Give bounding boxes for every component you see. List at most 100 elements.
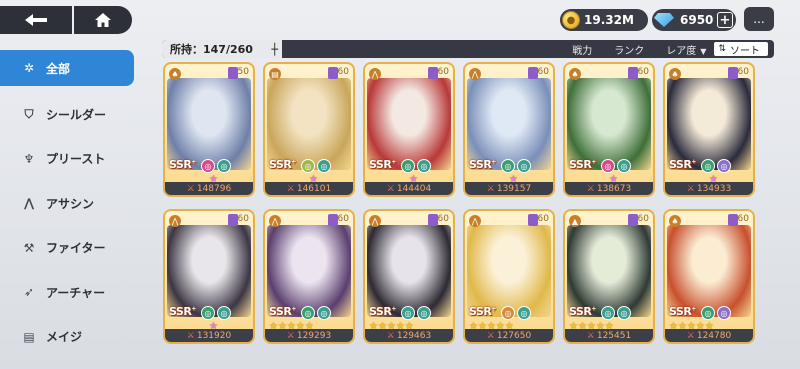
crossed-swords-icon: ⚔	[386, 330, 395, 341]
crossed-swords-icon: ⚔	[386, 183, 395, 194]
sort-label: ソート	[730, 45, 760, 57]
sidebar-item-0[interactable]: ✲ 全部	[0, 50, 134, 86]
sidebar-item-5[interactable]: ➶ アーチャー	[0, 270, 134, 315]
class-icon: ⋀	[469, 215, 481, 227]
element-icon: ◎	[217, 306, 231, 320]
sidebar-item-label: アサシン	[46, 196, 95, 211]
grade-plus-mark: +	[191, 305, 196, 313]
rarity-grade-label: SSR	[569, 305, 592, 318]
tier-badge-icon	[228, 67, 238, 79]
hero-card[interactable]: ⋀ 60 SSR+ ◎ ◎ ★ ⚔ 139157	[463, 62, 555, 197]
rarity-grade-label: SSR	[369, 158, 392, 171]
hero-card-grid: ♠ 50 SSR+ ◎ ◎ ★ ⚔ 148796 ▤ 60 SSR+ ◎ ◎ ★ ⚔ 146101 ⋀ 60 SSR…	[163, 62, 775, 344]
element-icon: ◎	[201, 159, 215, 173]
hero-card[interactable]: ♠ 60 SSR+ ◎ ◎ ★ ⚔ 134933	[663, 62, 755, 197]
element-icons: ◎ ◎	[601, 159, 631, 173]
combat-power-bar: ⚔ 125451	[565, 329, 653, 342]
tier-badge-icon	[228, 214, 238, 226]
owned-count-label: 所持：147/260	[170, 43, 253, 56]
home-button[interactable]	[74, 6, 132, 34]
element-icon: ◎	[601, 159, 615, 173]
combat-power-value: 129293	[296, 330, 332, 341]
rarity-grade-label: SSR	[469, 305, 492, 318]
rarity-grade-label: SSR	[669, 305, 692, 318]
hero-card[interactable]: ⋀ 60 SSR+ ◎ ◎ ★★★★★ ⚔ 129463	[363, 209, 455, 344]
sidebar-item-6[interactable]: ▤ メイジ	[0, 315, 134, 360]
gold-amount: 19.32M	[584, 13, 634, 27]
axe-icon: ⚒	[23, 240, 35, 255]
shield-icon: ⛉	[24, 106, 34, 121]
element-icons: ◎ ◎	[501, 159, 531, 173]
chat-button[interactable]: ...	[744, 7, 774, 31]
element-icon: ◎	[317, 159, 331, 173]
element-icon: ◎	[401, 306, 415, 320]
sidebar-item-label: 全部	[46, 61, 71, 76]
hero-card[interactable]: ♠ 60 SSR+ ◎ ◎ ★ ⚔ 138673	[563, 62, 655, 197]
priest-icon: ♆	[23, 151, 35, 166]
element-icon: ◎	[717, 306, 731, 320]
sort-icon: ⇅	[718, 44, 726, 54]
hero-portrait	[267, 225, 351, 317]
hero-portrait	[467, 225, 551, 317]
crossed-swords-icon: ⚔	[586, 183, 595, 194]
combat-power-value: 138673	[596, 183, 632, 194]
gem-amount: 6950	[680, 13, 714, 27]
sidebar-item-3[interactable]: ⋀ アサシン	[0, 181, 134, 226]
sidebar-item-1[interactable]: ⛉ シールダー	[0, 92, 134, 137]
class-icon: ▤	[269, 68, 281, 80]
element-icon: ◎	[617, 159, 631, 173]
grade-plus-mark: +	[491, 158, 496, 166]
sidebar-item-4[interactable]: ⚒ ファイター	[0, 226, 134, 271]
rarity-grade: SSR+	[469, 158, 496, 171]
sort-rank-tab[interactable]: ランク	[614, 42, 644, 57]
hero-portrait	[567, 225, 651, 317]
tier-badge-icon	[528, 67, 538, 79]
class-icon: ♠	[669, 68, 681, 80]
sidebar-item-label: ファイター	[46, 241, 106, 256]
back-button[interactable]	[0, 6, 72, 34]
element-icon: ◎	[417, 159, 431, 173]
element-icons: ◎ ◎	[201, 159, 231, 173]
home-icon	[95, 13, 111, 27]
sidebar-item-2[interactable]: ♆ プリースト	[0, 137, 134, 182]
hero-card[interactable]: ♠ 60 SSR+ ◎ ◎ ★★★★★ ⚔ 124780	[663, 209, 755, 344]
element-icon: ◎	[617, 306, 631, 320]
hero-card[interactable]: ♠ 50 SSR+ ◎ ◎ ★ ⚔ 148796	[163, 62, 255, 197]
rarity-grade: SSR+	[669, 158, 696, 171]
hero-card[interactable]: ⋀ 60 SSR+ ◎ ◎ ★★★★★ ⚔ 129293	[263, 209, 355, 344]
hero-card[interactable]: ⋀ 60 SSR+ ◎ ◎ ★ ⚔ 131920	[163, 209, 255, 344]
sort-button[interactable]: ⇅ ソート	[714, 42, 768, 57]
element-icons: ◎ ◎	[701, 159, 731, 173]
combat-power-bar: ⚔ 148796	[165, 182, 253, 195]
combat-power-value: 148796	[196, 183, 232, 194]
filter-bar: 所持：147/260 ┼ 戦力 ランク レア度 ▼ ⇅ ソート	[162, 40, 774, 58]
element-icon: ◎	[217, 159, 231, 173]
hero-card[interactable]: ⋀ 60 SSR+ ◎ ◎ ★ ⚔ 144404	[363, 62, 455, 197]
rarity-grade: SSR+	[469, 305, 496, 318]
hero-card[interactable]: ⋀ 60 SSR+ ◎ ◎ ★★★★★ ⚔ 127650	[463, 209, 555, 344]
combat-power-value: 146101	[296, 183, 332, 194]
element-icon: ◎	[701, 159, 715, 173]
combat-power-bar: ⚔ 138673	[565, 182, 653, 195]
expand-icon[interactable]: ┼	[271, 43, 278, 56]
rarity-grade-label: SSR	[369, 305, 392, 318]
tier-badge-icon	[428, 67, 438, 79]
add-gems-button[interactable]: +	[717, 12, 733, 28]
hero-portrait	[267, 78, 351, 170]
element-icons: ◎ ◎	[401, 159, 431, 173]
sort-power-tab[interactable]: 戦力	[572, 42, 592, 57]
sort-rarity-tab[interactable]: レア度 ▼	[666, 42, 706, 57]
hero-level: 60	[537, 67, 549, 77]
element-icons: ◎ ◎	[401, 306, 431, 320]
element-icon: ◎	[701, 306, 715, 320]
hero-level: 60	[337, 214, 349, 224]
combat-power-value: 134933	[696, 183, 732, 194]
hero-card[interactable]: ▲ 60 SSR+ ◎ ◎ ★★★★★ ⚔ 125451	[563, 209, 655, 344]
hero-card[interactable]: ▤ 60 SSR+ ◎ ◎ ★ ⚔ 146101	[263, 62, 355, 197]
tier-badge-icon	[728, 214, 738, 226]
class-icon: ♠	[569, 68, 581, 80]
hero-level: 60	[437, 214, 449, 224]
rarity-label: レア度	[666, 45, 697, 57]
element-icon: ◎	[717, 159, 731, 173]
class-filter-sidebar: ✲ 全部 ⛉ シールダー ♆ プリースト ⋀ アサシン ⚒ ファイター ➶ アーチャー ▤ メイジ	[0, 50, 134, 359]
